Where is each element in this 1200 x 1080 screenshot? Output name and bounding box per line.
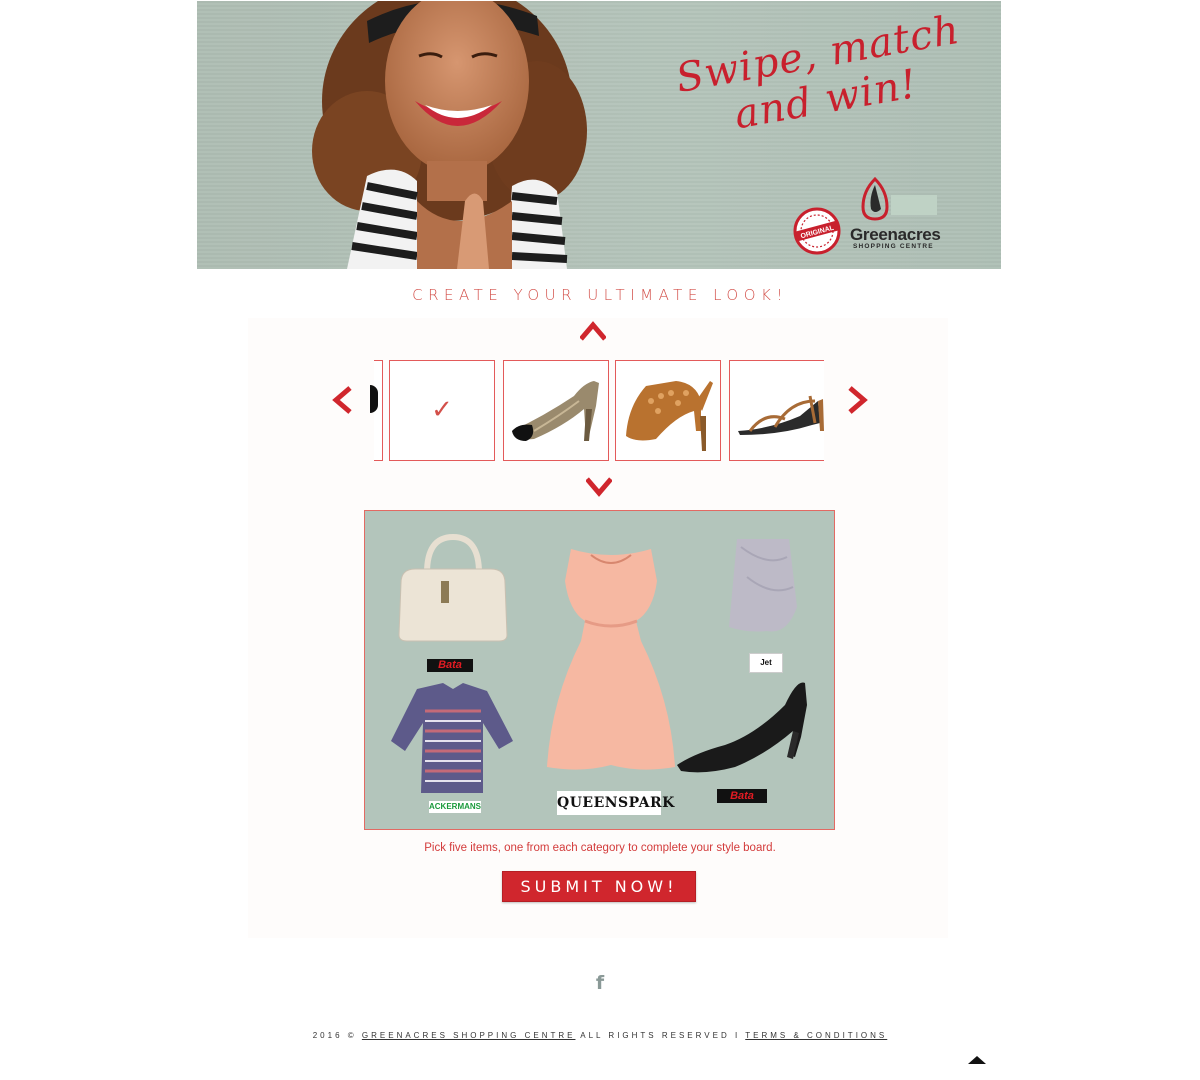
carousel-item-snakeskin-pump[interactable] bbox=[503, 360, 609, 461]
greenacres-logo-icon bbox=[861, 177, 889, 221]
carousel-item-partial[interactable] bbox=[370, 360, 383, 461]
brand-label-bata-shoe: Bata bbox=[717, 789, 767, 803]
carousel-item-strappy-sandal[interactable] bbox=[729, 360, 824, 461]
logo-brand-text: Greenacres bbox=[850, 225, 941, 244]
brand-label-ackermans: ACKERMANS bbox=[429, 801, 481, 813]
check-icon: ✓ bbox=[431, 395, 453, 425]
tan-cutout-heel-image bbox=[626, 381, 713, 451]
brand-label-jet: Jet bbox=[749, 653, 783, 673]
submit-button[interactable]: SUBMIT NOW! bbox=[502, 871, 696, 902]
snakeskin-pump-image bbox=[512, 381, 599, 441]
facebook-icon[interactable]: f bbox=[590, 972, 610, 996]
chevron-up-icon[interactable] bbox=[580, 320, 606, 342]
brand-label-bata-bag: Bata bbox=[427, 659, 473, 672]
strappy-sandal-image bbox=[738, 395, 824, 435]
carousel-item-tan-cutout-heel[interactable] bbox=[615, 360, 721, 461]
footer-copyright: 2016 © bbox=[312, 1031, 357, 1040]
footer-company-link[interactable]: GREENACRES SHOPPING CENTRE bbox=[362, 1031, 576, 1040]
instruction-text: Pick five items, one from each category … bbox=[424, 842, 776, 854]
footer: 2016 © GREENACRES SHOPPING CENTRE ALL RI… bbox=[0, 1031, 1200, 1040]
page-title: CREATE YOUR ULTIMATE LOOK! bbox=[412, 286, 788, 304]
footer-rights: ALL RIGHTS RESERVED I bbox=[580, 1031, 741, 1040]
original-seal-icon: ORIGINAL bbox=[793, 207, 841, 255]
chevron-left-icon[interactable] bbox=[330, 386, 354, 414]
shirt-image[interactable] bbox=[387, 681, 517, 801]
black-heel-image[interactable] bbox=[675, 675, 811, 775]
model-photo bbox=[312, 1, 587, 269]
brand-label-queenspark: QUEENSPARK bbox=[557, 791, 674, 815]
chevron-right-icon[interactable] bbox=[846, 386, 870, 414]
logo-sub-text: SHOPPING CENTRE bbox=[853, 243, 934, 250]
skirt-image[interactable] bbox=[727, 537, 801, 637]
footer-terms-link[interactable]: TERMS & CONDITIONS bbox=[745, 1031, 887, 1040]
chevron-down-icon[interactable] bbox=[586, 476, 612, 498]
handbag-image[interactable] bbox=[395, 531, 511, 643]
greenacres-logo[interactable]: Greenacres SHOPPING CENTRE bbox=[845, 177, 945, 251]
carousel-item-selected[interactable]: ✓ bbox=[389, 360, 495, 461]
hero-banner: Swipe, match and win! ORIGINAL Greenacre… bbox=[197, 1, 1001, 269]
back-to-top-icon[interactable] bbox=[968, 1056, 986, 1064]
style-board: Bata QUEENSPARK Jet ACKERMANS Bata bbox=[364, 510, 835, 830]
dress-image[interactable] bbox=[541, 541, 681, 773]
